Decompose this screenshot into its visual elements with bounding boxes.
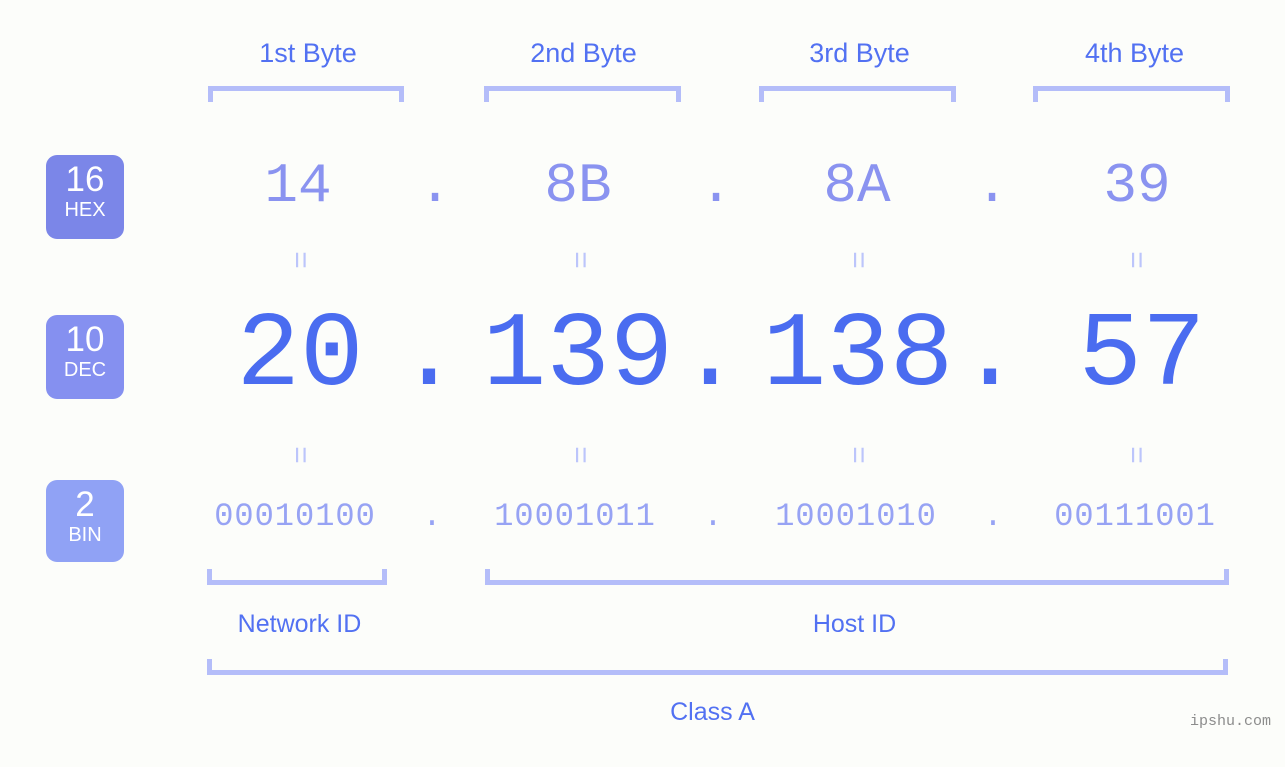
base-badge-dec-label: DEC (63, 359, 107, 381)
bin-octet-3: 10001010 (775, 498, 937, 535)
hex-separator-3: . (975, 154, 1009, 218)
bin-separator-3: . (983, 498, 1003, 535)
hex-octet-4: 39 (1103, 154, 1171, 218)
site-watermark: ipshu.com (1189, 713, 1271, 730)
equals-icon-dec-bin-2: = (564, 446, 597, 464)
equals-icon-hex-dec-1: = (284, 251, 317, 269)
byte-header-1: 1st Byte (259, 38, 357, 68)
class-label: Class A (670, 698, 755, 726)
hex-separator-1: . (418, 154, 452, 218)
byte-header-3: 3rd Byte (809, 38, 910, 68)
hex-octet-1: 14 (264, 154, 332, 218)
network-id-label: Network ID (237, 610, 362, 638)
dec-octet-4: 57 (1078, 296, 1206, 416)
base-badge-hex-label: HEX (64, 199, 106, 221)
base-badge-bin: 2 BIN (46, 480, 124, 562)
base-badge-bin-label: BIN (68, 524, 102, 546)
byte-bracket-3 (759, 86, 956, 102)
hex-octet-3: 8A (823, 154, 891, 218)
hex-octet-2: 8B (544, 154, 612, 218)
dec-octet-2: 139 (482, 296, 674, 416)
host-id-bracket (485, 569, 1229, 585)
dec-separator-3: . (958, 296, 1022, 416)
dec-separator-1: . (397, 296, 461, 416)
equals-icon-dec-bin-1: = (284, 446, 317, 464)
byte-bracket-2 (484, 86, 681, 102)
ip-address-breakdown-diagram: 1st Byte 2nd Byte 3rd Byte 4th Byte 16 H… (0, 0, 1285, 767)
byte-header-2: 2nd Byte (530, 38, 637, 68)
base-badge-dec: 10 DEC (46, 315, 124, 399)
bin-octet-2: 10001011 (494, 498, 656, 535)
class-bracket (207, 659, 1228, 675)
base-badge-hex-number: 16 (65, 160, 105, 199)
bin-separator-2: . (703, 498, 723, 535)
host-id-label: Host ID (812, 610, 897, 638)
base-badge-dec-number: 10 (65, 320, 105, 359)
equals-icon-hex-dec-4: = (1120, 251, 1153, 269)
byte-bracket-1 (208, 86, 404, 102)
network-id-bracket (207, 569, 387, 585)
dec-octet-1: 20 (236, 296, 364, 416)
base-badge-bin-number: 2 (75, 485, 95, 524)
equals-icon-dec-bin-3: = (842, 446, 875, 464)
dec-octet-3: 138 (762, 296, 954, 416)
equals-icon-hex-dec-3: = (842, 251, 875, 269)
byte-bracket-4 (1033, 86, 1230, 102)
byte-header-4: 4th Byte (1084, 38, 1185, 68)
bin-separator-1: . (422, 498, 442, 535)
base-badge-hex: 16 HEX (46, 155, 124, 239)
bin-octet-4: 00111001 (1054, 498, 1216, 535)
equals-icon-dec-bin-4: = (1120, 446, 1153, 464)
bin-octet-1: 00010100 (214, 498, 376, 535)
equals-icon-hex-dec-2: = (564, 251, 597, 269)
hex-separator-2: . (699, 154, 733, 218)
